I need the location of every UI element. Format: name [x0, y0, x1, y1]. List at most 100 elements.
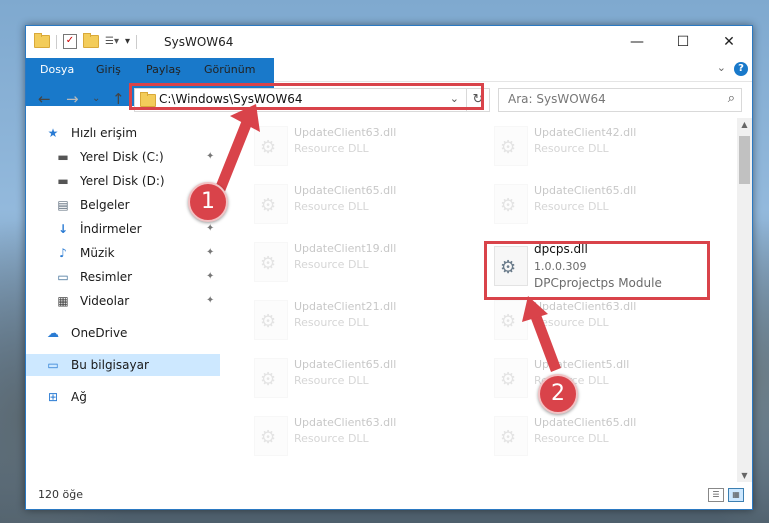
sidebar-item-label: Videolar — [80, 294, 130, 308]
dll-file-icon — [494, 126, 528, 166]
file-name: UpdateClient65.dll — [534, 184, 637, 197]
up-button[interactable]: ↑ — [112, 90, 125, 108]
file-highlight-box — [484, 241, 710, 300]
tab-view[interactable]: Görünüm — [192, 58, 267, 81]
file-item[interactable]: UpdateClient65.dll Resource DLL — [246, 180, 466, 228]
file-name: UpdateClient65.dll — [534, 416, 637, 429]
file-type: Resource DLL — [294, 142, 369, 155]
toolbar-separator — [136, 34, 138, 49]
toolbar-separator — [56, 34, 57, 49]
toolbar-dropdown-icon[interactable]: ▾ — [125, 36, 130, 47]
file-name: UpdateClient63.dll — [294, 126, 397, 139]
file-name: UpdateClient5.dll — [534, 358, 630, 371]
customize-toolbar-icon[interactable]: ☰▾ — [105, 36, 119, 47]
folder-icon — [34, 33, 50, 48]
download-icon: ↓ — [57, 222, 69, 236]
recent-locations-button[interactable]: ⌄ — [92, 93, 100, 104]
sidebar-item-videos[interactable]: ▦ Videolar ✦ — [26, 290, 220, 312]
back-button[interactable]: ← — [38, 90, 51, 108]
search-icon[interactable]: ⌕ — [728, 91, 735, 106]
file-type: Resource DLL — [534, 142, 609, 155]
tab-home[interactable]: Giriş — [84, 58, 133, 81]
ribbon-tabs: Dosya Giriş Paylaş Görünüm ⌄ ? — [26, 58, 752, 106]
pin-icon: ✦ — [206, 151, 215, 162]
file-item[interactable]: UpdateClient65.dll Resource DLL — [486, 180, 706, 228]
search-input[interactable]: Ara: SysWOW64 — [508, 92, 606, 106]
file-list: UpdateClient63.dll Resource DLL UpdateCl… — [236, 118, 736, 483]
help-icon[interactable]: ? — [734, 62, 748, 76]
file-item[interactable]: UpdateClient19.dll Resource DLL — [246, 238, 466, 286]
properties-icon[interactable]: ✓ — [63, 34, 77, 49]
dll-file-icon — [254, 184, 288, 224]
sidebar-item-local-disk-c[interactable]: ▬ Yerel Disk (C:) ✦ — [26, 146, 220, 168]
sidebar-item-quick-access[interactable]: ★ Hızlı erişim — [26, 122, 220, 144]
file-item[interactable]: UpdateClient63.dll Resource DLL — [246, 122, 466, 170]
sidebar-item-label: Müzik — [80, 246, 115, 260]
videos-icon: ▦ — [57, 294, 69, 308]
title-bar[interactable]: ✓ ☰▾ ▾ SysWOW64 — ☐ ✕ — [26, 26, 752, 58]
sidebar-item-onedrive[interactable]: ☁ OneDrive — [26, 322, 220, 344]
scroll-down-icon[interactable]: ▼ — [737, 471, 752, 480]
file-item[interactable]: UpdateClient65.dll Resource DLL — [246, 354, 466, 402]
ribbon-expand-icon[interactable]: ⌄ — [717, 61, 726, 74]
sidebar-item-label: Bu bilgisayar — [71, 358, 149, 372]
search-box[interactable]: Ara: SysWOW64 ⌕ — [498, 88, 742, 112]
drive-icon: ▬ — [57, 150, 69, 164]
tab-share[interactable]: Paylaş — [134, 58, 193, 81]
file-name: UpdateClient65.dll — [294, 184, 397, 197]
dll-file-icon — [494, 300, 528, 340]
file-name: UpdateClient65.dll — [294, 358, 397, 371]
cloud-icon: ☁ — [47, 326, 59, 340]
file-name: UpdateClient21.dll — [294, 300, 397, 313]
file-name: UpdateClient63.dll — [534, 300, 637, 313]
scrollbar-thumb[interactable] — [739, 136, 750, 184]
file-item[interactable]: UpdateClient21.dll Resource DLL — [246, 296, 466, 344]
file-type: Resource DLL — [294, 316, 369, 329]
sidebar-item-pictures[interactable]: ▭ Resimler ✦ — [26, 266, 220, 288]
file-name: UpdateClient19.dll — [294, 242, 397, 255]
pictures-icon: ▭ — [57, 270, 69, 284]
sidebar-item-label: OneDrive — [71, 326, 128, 340]
vertical-scrollbar[interactable]: ▲ ▼ — [737, 118, 752, 482]
sidebar-item-label: Resimler — [80, 270, 133, 284]
documents-icon: ▤ — [57, 198, 69, 212]
tiles-view-icon[interactable]: ▦ — [728, 488, 744, 502]
dll-file-icon — [254, 416, 288, 456]
file-item[interactable]: UpdateClient63.dll Resource DLL — [486, 296, 706, 344]
status-bar: 120 öğe ☰ ▦ — [26, 484, 752, 508]
scroll-up-icon[interactable]: ▲ — [737, 120, 752, 129]
pin-icon: ✦ — [206, 295, 215, 306]
details-view-icon[interactable]: ☰ — [708, 488, 724, 502]
sidebar-item-this-pc[interactable]: ▭ Bu bilgisayar — [26, 354, 220, 376]
minimize-button[interactable]: — — [614, 26, 660, 58]
dll-file-icon — [254, 358, 288, 398]
item-count: 120 öğe — [38, 488, 83, 501]
file-item[interactable]: UpdateClient42.dll Resource DLL — [486, 122, 706, 170]
sidebar-item-label: İndirmeler — [80, 222, 142, 236]
file-item[interactable]: UpdateClient5.dll Resource DLL — [486, 354, 706, 402]
file-type: Resource DLL — [534, 200, 609, 213]
sidebar-item-downloads[interactable]: ↓ İndirmeler ✦ — [26, 218, 220, 240]
dll-file-icon — [254, 242, 288, 282]
file-item[interactable]: UpdateClient63.dll Resource DLL — [246, 412, 466, 460]
file-type: Resource DLL — [294, 200, 369, 213]
sidebar-item-music[interactable]: ♪ Müzik ✦ — [26, 242, 220, 264]
navigation-pane: ★ Hızlı erişim ▬ Yerel Disk (C:) ✦ ▬ Yer… — [26, 118, 220, 483]
pin-icon: ✦ — [206, 247, 215, 258]
music-icon: ♪ — [59, 246, 67, 260]
dll-file-icon — [494, 358, 528, 398]
close-button[interactable]: ✕ — [706, 26, 752, 58]
sidebar-item-network[interactable]: ⊞ Ağ — [26, 386, 220, 408]
star-icon: ★ — [47, 126, 59, 140]
maximize-button[interactable]: ☐ — [660, 26, 706, 58]
address-highlight-box — [129, 83, 484, 110]
dll-file-icon — [494, 184, 528, 224]
window-title: SysWOW64 — [164, 35, 234, 49]
sidebar-item-local-disk-d[interactable]: ▬ Yerel Disk (D:) — [26, 170, 220, 192]
file-item[interactable]: UpdateClient65.dll Resource DLL — [486, 412, 706, 460]
file-type: Resource DLL — [294, 374, 369, 387]
file-type: Resource DLL — [294, 432, 369, 445]
new-folder-icon[interactable] — [83, 33, 99, 48]
forward-button[interactable]: → — [66, 90, 79, 108]
computer-icon: ▭ — [47, 358, 59, 372]
